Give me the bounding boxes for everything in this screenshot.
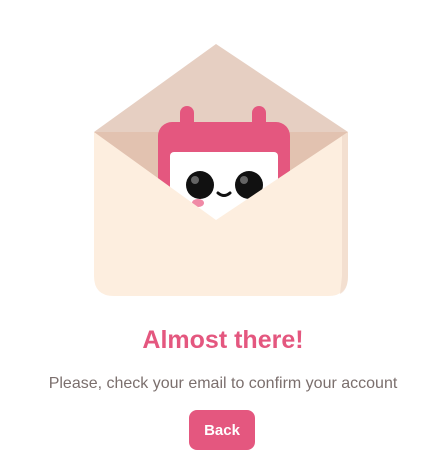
email-confirmation-screen: Almost there! Please, check your email t… [0, 0, 446, 468]
back-button[interactable]: Back [189, 410, 255, 450]
page-title: Almost there! [142, 326, 304, 354]
envelope-flap [94, 44, 348, 132]
confirmation-message: Please, check your email to confirm your… [48, 375, 398, 392]
envelope-illustration [88, 40, 352, 304]
